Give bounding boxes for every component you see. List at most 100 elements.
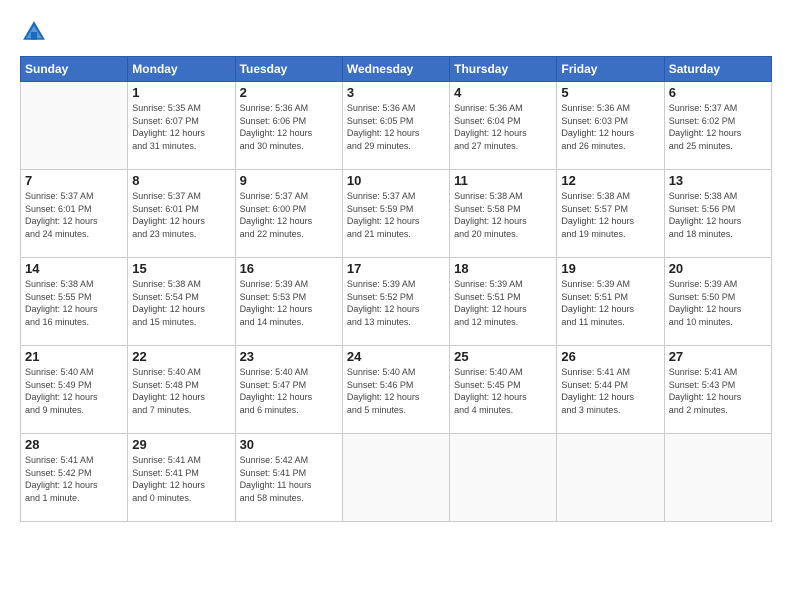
calendar-cell — [342, 434, 449, 522]
day-number: 15 — [132, 261, 230, 276]
calendar-cell: 28 Sunrise: 5:41 AM Sunset: 5:42 PM Dayli… — [21, 434, 128, 522]
day-info: Sunrise: 5:36 AM Sunset: 6:06 PM Dayligh… — [240, 102, 338, 152]
calendar-cell: 10 Sunrise: 5:37 AM Sunset: 5:59 PM Dayli… — [342, 170, 449, 258]
header — [20, 18, 772, 46]
calendar-cell: 9 Sunrise: 5:37 AM Sunset: 6:00 PM Daylig… — [235, 170, 342, 258]
calendar-week-row: 14Sunrise: 5:38 AM Sunset: 5:55 PM Dayli… — [21, 258, 772, 346]
day-number: 29 — [132, 437, 230, 452]
calendar-cell: 6 Sunrise: 5:37 AM Sunset: 6:02 PM Daylig… — [664, 82, 771, 170]
day-info: Sunrise: 5:37 AM Sunset: 6:02 PM Dayligh… — [669, 102, 767, 152]
logo-icon — [20, 18, 48, 46]
calendar-cell: 11Sunrise: 5:38 AM Sunset: 5:58 PM Dayli… — [450, 170, 557, 258]
day-number: 19 — [561, 261, 659, 276]
day-info: Sunrise: 5:40 AM Sunset: 5:46 PM Dayligh… — [347, 366, 445, 416]
day-info: Sunrise: 5:36 AM Sunset: 6:03 PM Dayligh… — [561, 102, 659, 152]
calendar-cell: 21 Sunrise: 5:40 AM Sunset: 5:49 PM Dayli… — [21, 346, 128, 434]
calendar-cell: 30 Sunrise: 5:42 AM Sunset: 5:41 PM Dayli… — [235, 434, 342, 522]
day-info: Sunrise: 5:38 AM Sunset: 5:57 PM Dayligh… — [561, 190, 659, 240]
day-number: 11 — [454, 173, 552, 188]
day-number: 20 — [669, 261, 767, 276]
calendar-cell: 3 Sunrise: 5:36 AM Sunset: 6:05 PM Daylig… — [342, 82, 449, 170]
calendar-week-row: 21 Sunrise: 5:40 AM Sunset: 5:49 PM Dayli… — [21, 346, 772, 434]
day-info: Sunrise: 5:37 AM Sunset: 6:01 PM Dayligh… — [132, 190, 230, 240]
day-info: Sunrise: 5:40 AM Sunset: 5:48 PM Dayligh… — [132, 366, 230, 416]
day-number: 27 — [669, 349, 767, 364]
calendar-cell: 23Sunrise: 5:40 AM Sunset: 5:47 PM Dayli… — [235, 346, 342, 434]
calendar-cell — [557, 434, 664, 522]
day-number: 16 — [240, 261, 338, 276]
day-number: 12 — [561, 173, 659, 188]
weekday-header: Sunday — [21, 57, 128, 82]
day-number: 3 — [347, 85, 445, 100]
day-info: Sunrise: 5:36 AM Sunset: 6:04 PM Dayligh… — [454, 102, 552, 152]
calendar-cell: 15 Sunrise: 5:38 AM Sunset: 5:54 PM Dayli… — [128, 258, 235, 346]
calendar-cell: 12 Sunrise: 5:38 AM Sunset: 5:57 PM Dayli… — [557, 170, 664, 258]
day-info: Sunrise: 5:39 AM Sunset: 5:50 PM Dayligh… — [669, 278, 767, 328]
day-info: Sunrise: 5:37 AM Sunset: 5:59 PM Dayligh… — [347, 190, 445, 240]
calendar-cell: 25 Sunrise: 5:40 AM Sunset: 5:45 PM Dayli… — [450, 346, 557, 434]
day-number: 13 — [669, 173, 767, 188]
calendar-cell: 14Sunrise: 5:38 AM Sunset: 5:55 PM Dayli… — [21, 258, 128, 346]
day-info: Sunrise: 5:41 AM Sunset: 5:43 PM Dayligh… — [669, 366, 767, 416]
weekday-header: Saturday — [664, 57, 771, 82]
logo — [20, 18, 52, 46]
day-number: 9 — [240, 173, 338, 188]
weekday-header: Tuesday — [235, 57, 342, 82]
calendar-week-row: 7 Sunrise: 5:37 AM Sunset: 6:01 PM Daylig… — [21, 170, 772, 258]
day-number: 18 — [454, 261, 552, 276]
weekday-header: Friday — [557, 57, 664, 82]
day-number: 5 — [561, 85, 659, 100]
day-number: 10 — [347, 173, 445, 188]
day-number: 21 — [25, 349, 123, 364]
calendar: SundayMondayTuesdayWednesdayThursdayFrid… — [20, 56, 772, 522]
weekday-header: Monday — [128, 57, 235, 82]
calendar-cell: 17 Sunrise: 5:39 AM Sunset: 5:52 PM Dayli… — [342, 258, 449, 346]
calendar-cell: 16 Sunrise: 5:39 AM Sunset: 5:53 PM Dayli… — [235, 258, 342, 346]
calendar-cell: 26Sunrise: 5:41 AM Sunset: 5:44 PM Dayli… — [557, 346, 664, 434]
day-info: Sunrise: 5:39 AM Sunset: 5:52 PM Dayligh… — [347, 278, 445, 328]
day-info: Sunrise: 5:40 AM Sunset: 5:49 PM Dayligh… — [25, 366, 123, 416]
day-number: 23 — [240, 349, 338, 364]
day-info: Sunrise: 5:39 AM Sunset: 5:53 PM Dayligh… — [240, 278, 338, 328]
day-info: Sunrise: 5:41 AM Sunset: 5:41 PM Dayligh… — [132, 454, 230, 504]
calendar-cell: 5 Sunrise: 5:36 AM Sunset: 6:03 PM Daylig… — [557, 82, 664, 170]
day-info: Sunrise: 5:37 AM Sunset: 6:00 PM Dayligh… — [240, 190, 338, 240]
day-info: Sunrise: 5:38 AM Sunset: 5:54 PM Dayligh… — [132, 278, 230, 328]
calendar-cell: 27 Sunrise: 5:41 AM Sunset: 5:43 PM Dayli… — [664, 346, 771, 434]
calendar-header-row: SundayMondayTuesdayWednesdayThursdayFrid… — [21, 57, 772, 82]
calendar-cell: 13 Sunrise: 5:38 AM Sunset: 5:56 PM Dayli… — [664, 170, 771, 258]
calendar-week-row: 1Sunrise: 5:35 AM Sunset: 6:07 PM Daylig… — [21, 82, 772, 170]
day-info: Sunrise: 5:39 AM Sunset: 5:51 PM Dayligh… — [454, 278, 552, 328]
day-number: 25 — [454, 349, 552, 364]
day-number: 17 — [347, 261, 445, 276]
day-number: 7 — [25, 173, 123, 188]
day-number: 30 — [240, 437, 338, 452]
day-info: Sunrise: 5:36 AM Sunset: 6:05 PM Dayligh… — [347, 102, 445, 152]
calendar-cell — [664, 434, 771, 522]
day-info: Sunrise: 5:42 AM Sunset: 5:41 PM Dayligh… — [240, 454, 338, 504]
day-number: 1 — [132, 85, 230, 100]
calendar-cell — [21, 82, 128, 170]
day-info: Sunrise: 5:37 AM Sunset: 6:01 PM Dayligh… — [25, 190, 123, 240]
calendar-cell: 4 Sunrise: 5:36 AM Sunset: 6:04 PM Daylig… — [450, 82, 557, 170]
page: SundayMondayTuesdayWednesdayThursdayFrid… — [0, 0, 792, 612]
calendar-cell: 18 Sunrise: 5:39 AM Sunset: 5:51 PM Dayli… — [450, 258, 557, 346]
day-number: 6 — [669, 85, 767, 100]
calendar-cell: 20 Sunrise: 5:39 AM Sunset: 5:50 PM Dayli… — [664, 258, 771, 346]
calendar-week-row: 28 Sunrise: 5:41 AM Sunset: 5:42 PM Dayli… — [21, 434, 772, 522]
day-number: 28 — [25, 437, 123, 452]
day-info: Sunrise: 5:40 AM Sunset: 5:45 PM Dayligh… — [454, 366, 552, 416]
calendar-cell: 1Sunrise: 5:35 AM Sunset: 6:07 PM Daylig… — [128, 82, 235, 170]
calendar-cell: 19 Sunrise: 5:39 AM Sunset: 5:51 PM Dayli… — [557, 258, 664, 346]
day-number: 26 — [561, 349, 659, 364]
day-info: Sunrise: 5:38 AM Sunset: 5:55 PM Dayligh… — [25, 278, 123, 328]
weekday-header: Wednesday — [342, 57, 449, 82]
day-info: Sunrise: 5:39 AM Sunset: 5:51 PM Dayligh… — [561, 278, 659, 328]
calendar-cell: 22Sunrise: 5:40 AM Sunset: 5:48 PM Dayli… — [128, 346, 235, 434]
day-number: 4 — [454, 85, 552, 100]
day-number: 8 — [132, 173, 230, 188]
weekday-header: Thursday — [450, 57, 557, 82]
calendar-cell: 29 Sunrise: 5:41 AM Sunset: 5:41 PM Dayli… — [128, 434, 235, 522]
day-info: Sunrise: 5:41 AM Sunset: 5:42 PM Dayligh… — [25, 454, 123, 504]
day-info: Sunrise: 5:38 AM Sunset: 5:56 PM Dayligh… — [669, 190, 767, 240]
